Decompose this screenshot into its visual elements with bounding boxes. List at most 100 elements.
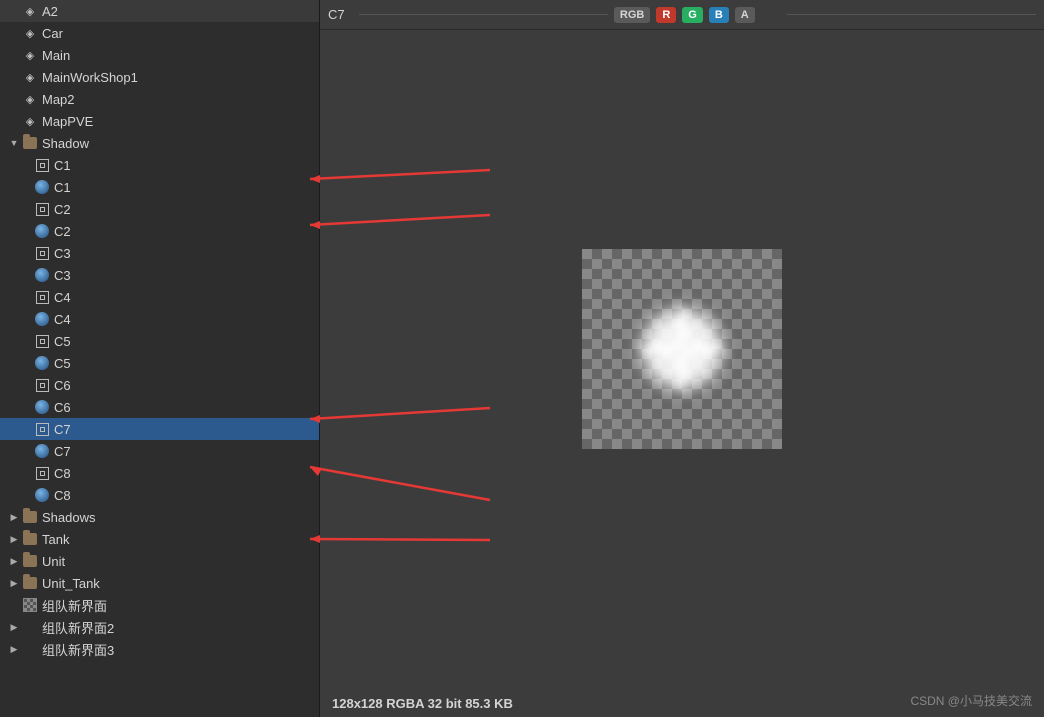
icon-group-new-ui — [22, 597, 38, 613]
tree-item-group-new-ui2[interactable]: 组队新界面2 — [0, 616, 319, 638]
label-shadow-folder: Shadow — [42, 136, 319, 151]
tree-arrow-shadows — [8, 511, 20, 523]
tree-arrow-unit-tank — [8, 577, 20, 589]
tree-item-c4-sphere[interactable]: C4 — [0, 308, 319, 330]
tree-arrow-mainworkshop1 — [8, 71, 20, 83]
tree-item-shadows[interactable]: Shadows — [0, 506, 319, 528]
watermark: CSDN @小马技美交流 — [910, 692, 1032, 709]
icon-c5-mesh — [34, 333, 50, 349]
label-c8-mesh: C8 — [54, 466, 319, 481]
tree-item-mainworkshop1[interactable]: ◈ MainWorkShop1 — [0, 66, 319, 88]
tree-item-c2-sphere[interactable]: C2 — [0, 220, 319, 242]
icon-main: ◈ — [22, 47, 38, 63]
label-group-new-ui: 组队新界面 — [42, 596, 319, 615]
label-c4-mesh: C4 — [54, 290, 319, 305]
label-shadows: Shadows — [42, 510, 319, 525]
tree-item-a2[interactable]: ◈A2 — [0, 0, 319, 22]
tree-item-c6-sphere[interactable]: C6 — [0, 396, 319, 418]
tree-arrow-c6-mesh — [20, 379, 32, 391]
g-button[interactable]: G — [682, 7, 703, 23]
tree-arrow-c4-mesh — [20, 291, 32, 303]
tree-item-c7-sphere[interactable]: C7 — [0, 440, 319, 462]
tree-item-c8-mesh[interactable]: C8 — [0, 462, 319, 484]
tree-arrow-c2-sphere — [20, 225, 32, 237]
tree-arrow-c8-sphere — [20, 489, 32, 501]
tree-item-mappve[interactable]: ◈MapPVE — [0, 110, 319, 132]
icon-c8-mesh — [34, 465, 50, 481]
icon-c4-mesh — [34, 289, 50, 305]
label-mainworkshop1: MainWorkShop1 — [42, 70, 319, 85]
label-car: Car — [42, 26, 319, 41]
icon-shadow-folder — [22, 135, 38, 151]
texture-image — [582, 249, 782, 449]
tree-arrow-mappve — [8, 115, 20, 127]
icon-c3-sphere — [34, 267, 50, 283]
tree-item-c7-mesh[interactable]: C7 — [0, 418, 319, 440]
tree-arrow-car — [8, 27, 20, 39]
a-button[interactable]: A — [735, 7, 755, 23]
tree-item-unit[interactable]: Unit — [0, 550, 319, 572]
icon-c2-mesh — [34, 201, 50, 217]
tree-arrow-tank — [8, 533, 20, 545]
tree-item-c6-mesh[interactable]: C6 — [0, 374, 319, 396]
tree-item-c5-mesh[interactable]: C5 — [0, 330, 319, 352]
rgb-button[interactable]: RGB — [614, 7, 650, 23]
icon-c4-sphere — [34, 311, 50, 327]
icon-c7-mesh — [34, 421, 50, 437]
label-unit-tank: Unit_Tank — [42, 576, 319, 591]
label-c7-sphere: C7 — [54, 444, 319, 459]
tree-arrow-group-new-ui3 — [8, 643, 20, 655]
tree-arrow-main — [8, 49, 20, 61]
filename-label: C7 — [328, 7, 345, 22]
tree-arrow-c7-mesh — [20, 423, 32, 435]
icon-mainworkshop1: ◈ — [22, 69, 38, 85]
icon-tank — [22, 531, 38, 547]
label-unit: Unit — [42, 554, 319, 569]
icon-a2: ◈ — [22, 3, 38, 19]
r-button[interactable]: R — [656, 7, 676, 23]
tree-arrow-unit — [8, 555, 20, 567]
tree-item-shadow-folder[interactable]: Shadow — [0, 132, 319, 154]
icon-map2: ◈ — [22, 91, 38, 107]
tree-item-c3-sphere[interactable]: C3 — [0, 264, 319, 286]
b-button[interactable]: B — [709, 7, 729, 23]
label-group-new-ui3: 组队新界面3 — [42, 640, 319, 659]
tree-arrow-c7-sphere — [20, 445, 32, 457]
tree-item-group-new-ui[interactable]: 组队新界面 — [0, 594, 319, 616]
label-c6-sphere: C6 — [54, 400, 319, 415]
tree-item-c3-mesh[interactable]: C3 — [0, 242, 319, 264]
tree-item-c4-mesh[interactable]: C4 — [0, 286, 319, 308]
tree-item-c8-sphere[interactable]: C8 — [0, 484, 319, 506]
tree-item-c1-mesh[interactable]: C1 — [0, 154, 319, 176]
icon-c7-sphere — [34, 443, 50, 459]
tree-item-car[interactable]: ◈ Car — [0, 22, 319, 44]
tree-item-group-new-ui3[interactable]: 组队新界面3 — [0, 638, 319, 660]
tree-item-unit-tank[interactable]: Unit_Tank — [0, 572, 319, 594]
icon-unit — [22, 553, 38, 569]
icon-c3-mesh — [34, 245, 50, 261]
label-map2: Map2 — [42, 92, 319, 107]
tree-item-tank[interactable]: Tank — [0, 528, 319, 550]
left-panel[interactable]: ◈A2◈Car◈Main◈MainWorkShop1◈Map2◈MapPVESh… — [0, 0, 320, 717]
icon-c6-mesh — [34, 377, 50, 393]
tree-arrow-shadow-folder — [8, 137, 20, 149]
icon-c5-sphere — [34, 355, 50, 371]
tree-item-map2[interactable]: ◈ Map2 — [0, 88, 319, 110]
tree-item-c5-sphere[interactable]: C5 — [0, 352, 319, 374]
icon-c8-sphere — [34, 487, 50, 503]
tree-item-main[interactable]: ◈Main — [0, 44, 319, 66]
label-c7-mesh: C7 — [54, 422, 319, 437]
label-c5-mesh: C5 — [54, 334, 319, 349]
tree-item-c2-mesh[interactable]: C2 — [0, 198, 319, 220]
top-bar: C7 RGB R G B A — [320, 0, 1044, 30]
tree-item-c1-sphere[interactable]: C1 — [0, 176, 319, 198]
tree-arrow-c4-sphere — [20, 313, 32, 325]
icon-group-new-ui2 — [22, 619, 38, 635]
icon-car: ◈ — [22, 25, 38, 41]
tree-arrow-c3-mesh — [20, 247, 32, 259]
icon-unit-tank — [22, 575, 38, 591]
tree-arrow-c5-sphere — [20, 357, 32, 369]
tree-arrow-c2-mesh — [20, 203, 32, 215]
icon-group-new-ui3 — [22, 641, 38, 657]
right-panel: C7 RGB R G B A — [320, 0, 1044, 717]
